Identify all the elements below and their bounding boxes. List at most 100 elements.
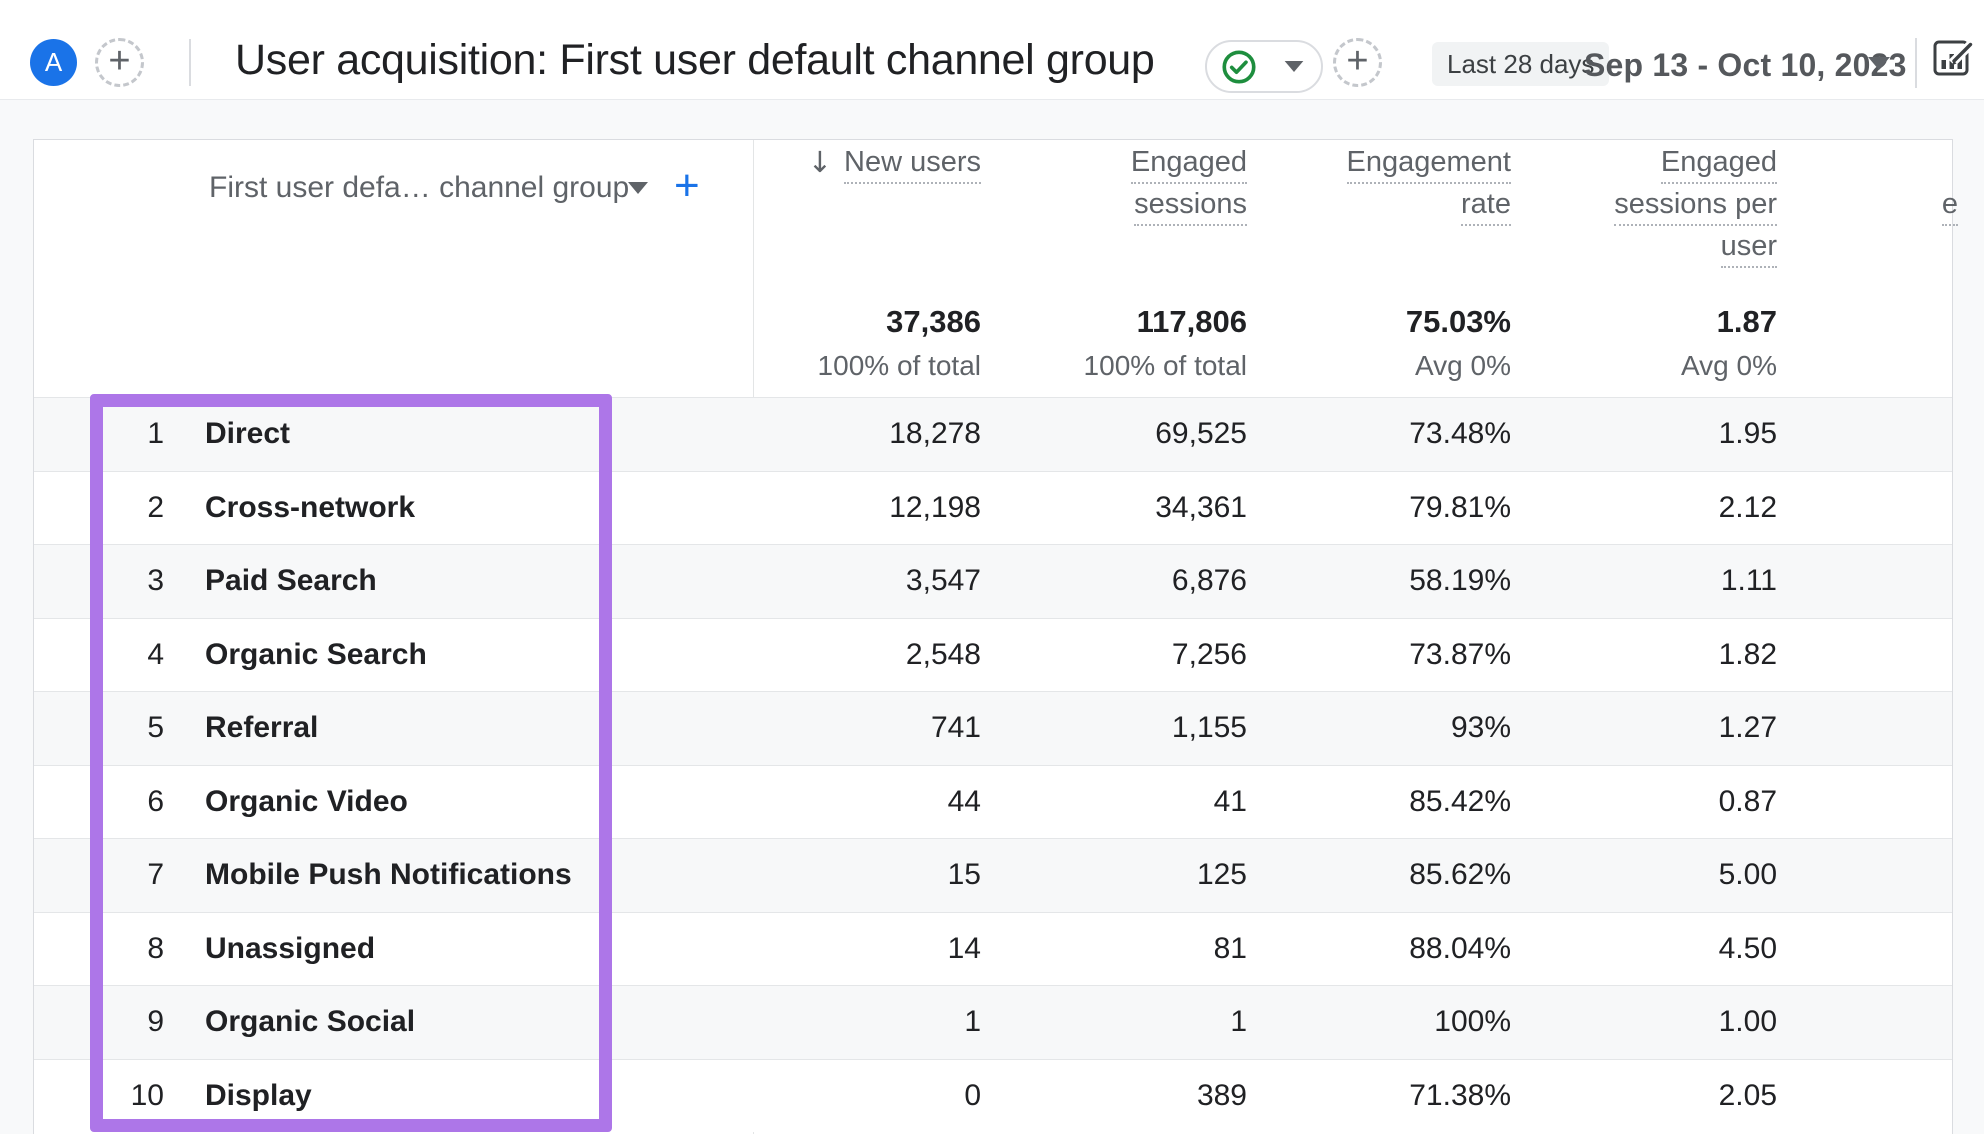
- metric-column-header[interactable]: Engaged sessions: [1130, 146, 1247, 230]
- table-row: 3 Paid Search 3,547 6,876 58.19% 1.11: [34, 544, 1952, 618]
- metric-value: 2,548: [905, 637, 981, 671]
- avatar-letter: A: [44, 47, 63, 77]
- metric-header-label: sessions: [1134, 188, 1247, 226]
- metric-value: 1: [1230, 1005, 1247, 1039]
- row-index: 5: [147, 711, 164, 745]
- metric-header-label: Engagement: [1346, 146, 1511, 184]
- customize-report-icon[interactable]: [1930, 33, 1976, 79]
- table-row: 7 Mobile Push Notifications 15 125 85.62% 5.0…: [34, 838, 1952, 912]
- channel-name: Cross-network: [205, 490, 416, 524]
- metric-header-label: user: [1720, 230, 1777, 268]
- row-index: 10: [130, 1078, 164, 1112]
- channel-name: Mobile Push Notifications: [205, 858, 572, 892]
- channel-name: Organic Social: [205, 1005, 416, 1039]
- metric-value: 0: [964, 1078, 981, 1112]
- metric-header-label: rate: [1461, 188, 1511, 226]
- metric-value: 4.50: [1718, 931, 1777, 965]
- metric-value: 100%: [1434, 1005, 1511, 1039]
- total-sub-label: Avg 0%: [1681, 350, 1777, 381]
- metric-value: 71.38%: [1409, 1078, 1511, 1112]
- chevron-down-icon: [1284, 60, 1304, 73]
- metric-value: 5.00: [1718, 858, 1777, 892]
- metric-header-label: Engaged: [1660, 146, 1777, 184]
- total-sub-label: 100% of total: [817, 350, 981, 381]
- channel-name: Direct: [205, 417, 291, 451]
- channel-name: Organic Video: [205, 784, 408, 818]
- channel-name: Referral: [205, 711, 319, 745]
- row-index: 1: [147, 417, 164, 451]
- date-range-value[interactable]: Sep 13 - Oct 10, 2023: [1584, 47, 1907, 84]
- row-index: 9: [147, 1005, 164, 1039]
- metric-value: 1.82: [1718, 637, 1777, 671]
- metric-value: 81: [1213, 931, 1247, 965]
- metric-column-header[interactable]: ↓ New users: [808, 146, 981, 188]
- header-divider: [1915, 38, 1917, 88]
- metric-value: 69,525: [1155, 417, 1247, 451]
- metric-value: 3,547: [905, 564, 981, 598]
- channel-name: Organic Search: [205, 637, 427, 671]
- add-comparison-button[interactable]: +: [95, 38, 144, 87]
- date-range-badge: Last 28 days: [1432, 42, 1610, 86]
- table-row: 9 Organic Social 1 1 100% 1.00: [34, 985, 1952, 1059]
- metric-value: 7,256: [1171, 637, 1247, 671]
- add-segment-button[interactable]: +: [1333, 38, 1382, 87]
- total-value: 37,386: [886, 304, 981, 339]
- metric-value: 73.87%: [1409, 637, 1511, 671]
- total-value: 117,806: [1136, 304, 1247, 339]
- metric-value: 1: [964, 1005, 981, 1039]
- header-divider: [189, 39, 191, 86]
- metric-value: 1.27: [1718, 711, 1777, 745]
- table-body: 1 Direct 18,278 69,525 73.48% 1.95 2 Cross-netw…: [34, 397, 1952, 1132]
- add-metric-button[interactable]: +: [674, 164, 700, 208]
- channel-name: Unassigned: [205, 931, 376, 965]
- metric-value: 1.00: [1718, 1005, 1777, 1039]
- metric-header-label: sessions per: [1614, 188, 1777, 226]
- metric-value: 15: [947, 858, 981, 892]
- dimension-header[interactable]: First user defa… channel group: [209, 168, 629, 208]
- metric-value: 1,155: [1171, 711, 1247, 745]
- table-row: 2 Cross-network 12,198 34,361 79.81% 2.12: [34, 470, 1952, 544]
- row-index: 2: [147, 490, 164, 524]
- report-table: First user defa… channel group + ↓ New us…: [33, 139, 1958, 1134]
- row-index: 8: [147, 931, 164, 965]
- total-sub-label: Avg 0%: [1415, 350, 1511, 381]
- sort-descending-icon: ↓: [807, 145, 832, 179]
- total-sub-label: 100% of total: [1083, 350, 1247, 381]
- metric-value: 79.81%: [1409, 490, 1511, 524]
- metric-value: 12,198: [889, 490, 981, 524]
- table-row: 5 Referral 741 1,155 93% 1.27: [34, 691, 1952, 765]
- row-index: 4: [147, 637, 164, 671]
- metric-value: 73.48%: [1409, 417, 1511, 451]
- row-index: 6: [147, 784, 164, 818]
- check-circle-icon: [1222, 49, 1256, 84]
- metric-header-label: Engaged: [1130, 146, 1247, 184]
- metric-value: 88.04%: [1409, 931, 1511, 965]
- metric-value: 1.95: [1718, 417, 1777, 451]
- metric-value: 125: [1196, 858, 1247, 892]
- truncated-column-label: e: [1941, 188, 1958, 226]
- data-quality-pill[interactable]: [1205, 40, 1323, 93]
- table-row: 8 Unassigned 14 81 88.04% 4.50: [34, 911, 1952, 985]
- plus-icon: +: [1346, 39, 1369, 82]
- total-value: 1.87: [1716, 304, 1777, 339]
- metric-column-header[interactable]: Engagement rate: [1346, 146, 1511, 230]
- metric-value: 2.12: [1718, 490, 1777, 524]
- channel-name: Paid Search: [205, 564, 377, 598]
- date-chevron-down-icon[interactable]: [1868, 57, 1890, 70]
- row-index: 3: [147, 564, 164, 598]
- metric-value: 741: [930, 711, 981, 745]
- table-row: 1 Direct 18,278 69,525 73.48% 1.95: [34, 397, 1952, 471]
- table-row: 6 Organic Video 44 41 85.42% 0.87: [34, 764, 1952, 838]
- metric-value: 0.87: [1718, 784, 1777, 818]
- metric-value: 58.19%: [1409, 564, 1511, 598]
- metric-column-header[interactable]: Engaged sessions per user: [1614, 146, 1777, 272]
- account-avatar[interactable]: A: [30, 39, 77, 86]
- metric-value: 34,361: [1155, 490, 1247, 524]
- row-index: 7: [147, 858, 164, 892]
- metric-value: 44: [947, 784, 981, 818]
- metric-value: 6,876: [1171, 564, 1247, 598]
- metric-header-label: New users: [844, 146, 981, 184]
- truncated-column-header[interactable]: e: [1941, 188, 1958, 226]
- metric-value: 93%: [1450, 711, 1511, 745]
- dimension-chevron-down-icon[interactable]: [628, 182, 648, 194]
